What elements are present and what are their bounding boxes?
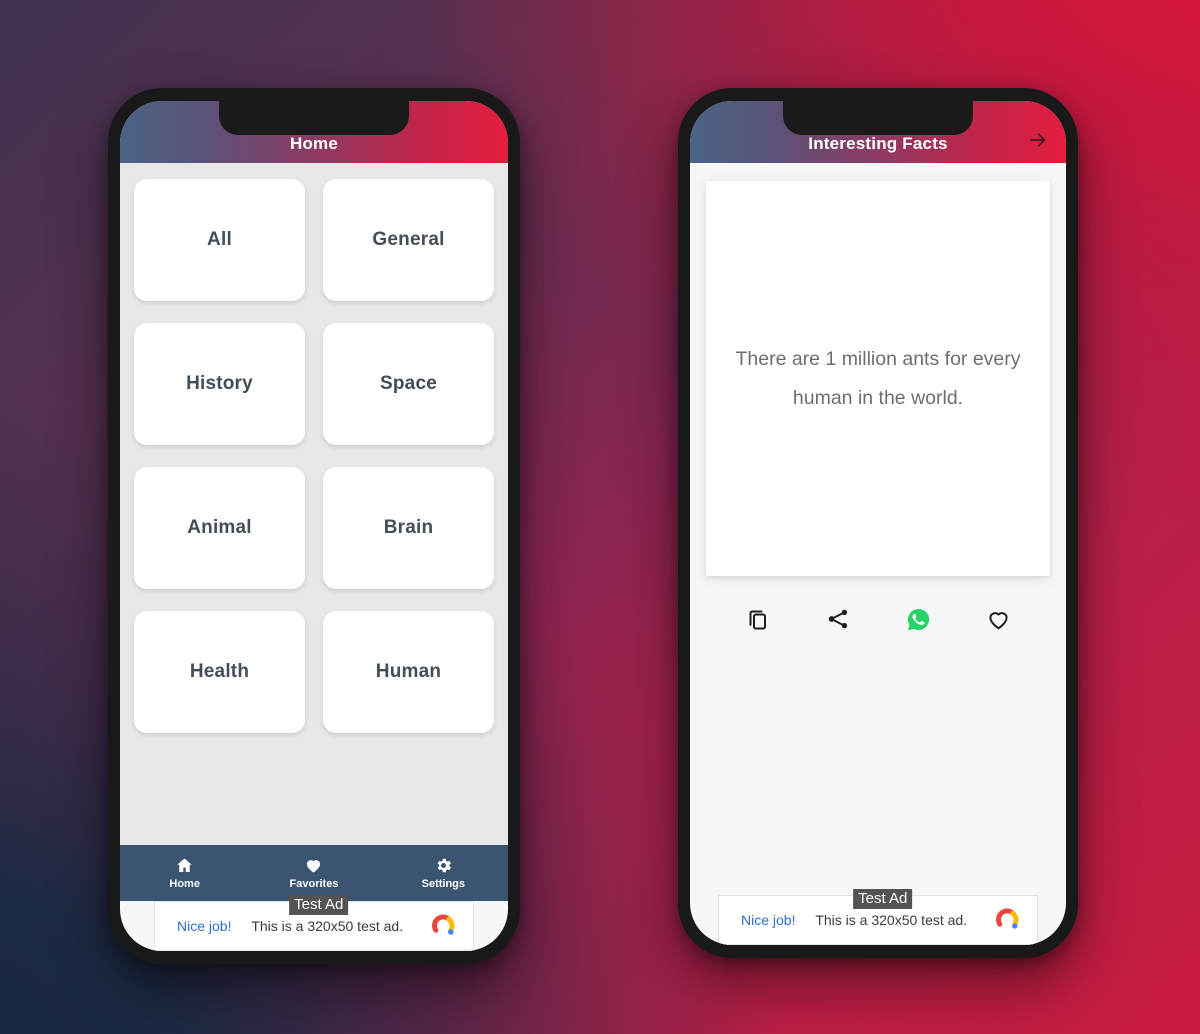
- page-title: Home: [289, 134, 339, 153]
- heart-outline-icon: [988, 611, 1008, 629]
- category-label: History: [186, 373, 253, 394]
- ad-banner[interactable]: Nice job! This is a 320x50 test ad. Test…: [718, 889, 1038, 945]
- category-grid: All General History Space Animal Brain H…: [120, 163, 508, 845]
- category-label: Space: [380, 373, 437, 394]
- phone-notch: [783, 101, 973, 135]
- nav-item-settings[interactable]: Settings: [379, 856, 508, 890]
- ad-test-badge: Test Ad: [289, 895, 349, 916]
- category-tile-general[interactable]: General: [323, 179, 494, 301]
- phone-notch: [219, 101, 409, 135]
- home-icon: [177, 858, 192, 872]
- category-label: All: [207, 229, 232, 250]
- whatsapp-icon: [907, 608, 929, 630]
- category-label: Animal: [187, 517, 252, 538]
- whatsapp-share-button[interactable]: [905, 606, 931, 632]
- category-label: Brain: [383, 517, 434, 538]
- screenshot-stage: Home All General History Space Animal Br…: [0, 0, 1200, 1034]
- ad-body-text: This is a 320x50 test ad.: [251, 918, 404, 934]
- ad-banner[interactable]: Nice job! This is a 320x50 test ad. Test…: [154, 895, 474, 951]
- favorite-button[interactable]: [985, 606, 1011, 632]
- nav-item-favorites[interactable]: Favorites: [249, 856, 378, 890]
- category-tile-all[interactable]: All: [134, 179, 305, 301]
- ad-body-text: This is a 320x50 test ad.: [815, 912, 968, 928]
- copy-button[interactable]: [745, 606, 771, 632]
- fact-text: There are 1 million ants for every human…: [735, 348, 1021, 409]
- fact-card: There are 1 million ants for every human…: [706, 181, 1050, 576]
- category-tile-health[interactable]: Health: [134, 611, 305, 733]
- ad-cta-label: Nice job!: [177, 918, 232, 934]
- nav-label: Favorites: [289, 878, 339, 890]
- admob-logo: [432, 914, 455, 935]
- nav-label: Home: [169, 878, 200, 890]
- category-label: Health: [189, 661, 250, 682]
- category-label: General: [372, 229, 445, 250]
- nav-item-home[interactable]: Home: [120, 856, 249, 890]
- admob-logo: [996, 908, 1019, 929]
- category-tile-human[interactable]: Human: [323, 611, 494, 733]
- fact-action-bar: [745, 606, 1011, 632]
- share-button[interactable]: [825, 606, 851, 632]
- ad-container-fact: Nice job! This is a 320x50 test ad. Test…: [690, 889, 1066, 945]
- phone-screen-fact: Interesting Facts There are 1 million an…: [690, 101, 1066, 945]
- next-fact-button[interactable]: [1026, 128, 1050, 152]
- ad-cta-label: Nice job!: [741, 912, 796, 928]
- category-tile-space[interactable]: Space: [323, 323, 494, 445]
- arrow-right-icon: [1029, 133, 1046, 147]
- phone-screen-home: Home All General History Space Animal Br…: [120, 101, 508, 951]
- phone-mockup-home: Home All General History Space Animal Br…: [108, 88, 520, 964]
- category-tile-animal[interactable]: Animal: [134, 467, 305, 589]
- category-tile-history[interactable]: History: [134, 323, 305, 445]
- page-title: Interesting Facts: [808, 134, 948, 153]
- share-icon: [828, 609, 848, 629]
- ad-test-badge: Test Ad: [853, 889, 913, 910]
- ad-container-home: Nice job! This is a 320x50 test ad. Test…: [120, 895, 508, 951]
- category-tile-brain[interactable]: Brain: [323, 467, 494, 589]
- fact-body: There are 1 million ants for every human…: [690, 163, 1066, 895]
- bottom-navigation: Home Favorites Settings: [120, 845, 508, 901]
- phone-mockup-fact: Interesting Facts There are 1 million an…: [678, 88, 1078, 958]
- gear-icon: [437, 858, 451, 873]
- category-label: Human: [375, 661, 442, 682]
- copy-icon: [749, 610, 766, 630]
- heart-icon: [307, 860, 321, 873]
- nav-label: Settings: [421, 878, 466, 890]
